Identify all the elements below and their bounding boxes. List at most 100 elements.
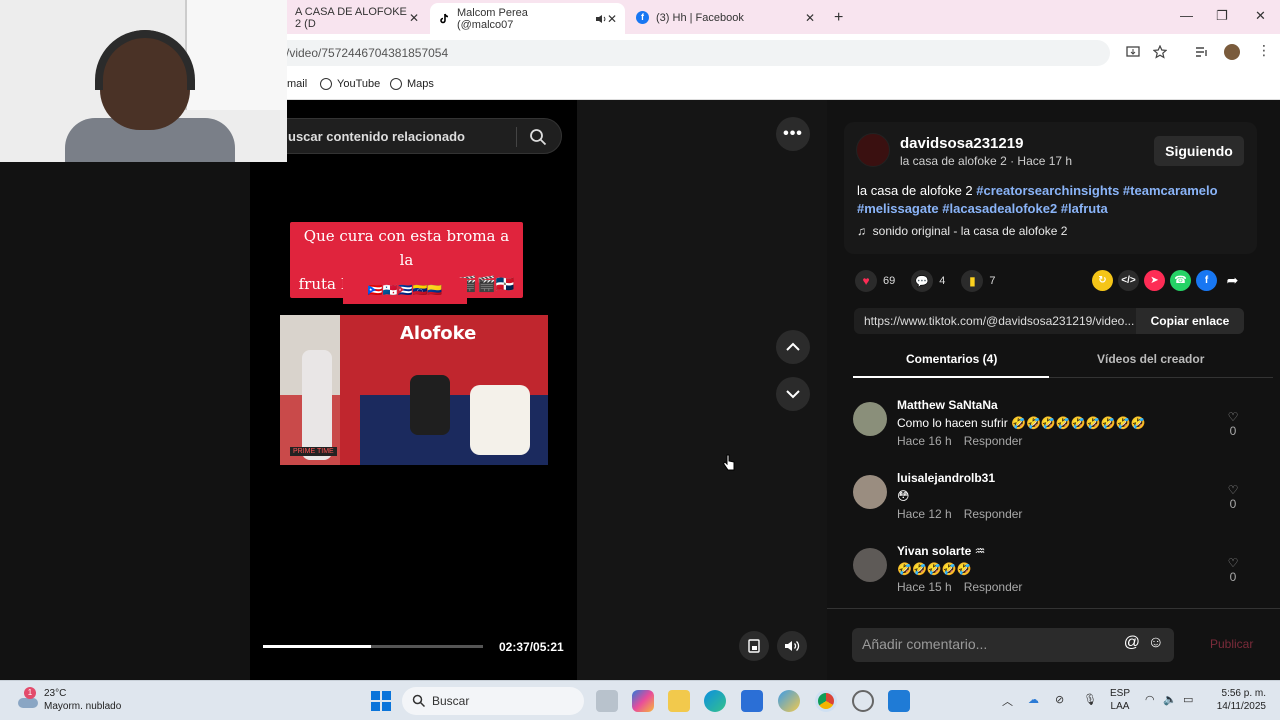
tab-alofoke[interactable]: A CASA DE ALOFOKE 2 (D ✕ xyxy=(287,5,427,30)
close-window-icon[interactable]: ✕ xyxy=(1255,8,1266,24)
following-button[interactable]: Siguiendo xyxy=(1154,136,1244,166)
video-person xyxy=(410,375,450,435)
emoji-icon[interactable]: ☺ xyxy=(1148,634,1164,652)
maximize-icon[interactable]: ❐ xyxy=(1216,8,1228,24)
next-video-button[interactable] xyxy=(776,377,810,411)
bookmark-youtube[interactable]: YouTube xyxy=(320,78,380,90)
close-icon[interactable]: ✕ xyxy=(409,11,419,25)
file-explorer-icon[interactable] xyxy=(668,690,690,712)
cloud-icon: 1 xyxy=(16,687,38,710)
app-icon[interactable] xyxy=(778,690,800,712)
language-indicator[interactable]: ESP LAA xyxy=(1110,687,1130,713)
commenter-avatar[interactable] xyxy=(853,475,887,509)
commenter-avatar[interactable] xyxy=(853,402,887,436)
tab-comments[interactable]: Comentarios (4) xyxy=(906,352,997,366)
video-progress-bar[interactable] xyxy=(263,645,483,648)
sound-label: sonido original - la casa de alofoke 2 xyxy=(872,224,1068,238)
windows-start-icon[interactable] xyxy=(371,691,391,711)
taskbar-search[interactable]: Buscar xyxy=(402,687,584,715)
search-icon[interactable] xyxy=(529,128,547,146)
send-icon[interactable]: ➤ xyxy=(1144,270,1165,291)
floating-player-button[interactable] xyxy=(739,631,769,661)
comment-like-count: 0 xyxy=(1229,570,1237,584)
commenter-avatar[interactable] xyxy=(853,548,887,582)
new-tab-button[interactable]: + xyxy=(826,5,852,30)
hand-cursor-icon xyxy=(722,454,735,471)
remote-app-icon[interactable] xyxy=(888,690,910,712)
close-icon[interactable]: ✕ xyxy=(607,12,617,26)
comment-item: luisalejandrolb31 😳 Hace 12 h Responder ♡… xyxy=(853,471,1253,535)
star-icon[interactable] xyxy=(1153,45,1167,59)
tab-creator-videos[interactable]: Vídeos del creador xyxy=(1097,352,1204,366)
bookmark-mail[interactable]: mail xyxy=(287,78,307,90)
speaker-icon[interactable]: 🔈 xyxy=(1163,693,1177,706)
previous-video-button[interactable] xyxy=(776,330,810,364)
tab-tiktok-active[interactable]: Malcom Perea (@malco07 ✕ xyxy=(430,3,625,34)
clock[interactable]: 5:56 p. m. 14/11/2025 xyxy=(1206,687,1266,713)
comment-input[interactable]: Añadir comentario... @ ☺ xyxy=(852,628,1174,662)
weather-widget[interactable]: 1 23°C Mayorm. nublado xyxy=(16,687,121,713)
chrome-icon[interactable] xyxy=(815,690,837,712)
onedrive-icon[interactable]: ☁ xyxy=(1028,693,1039,706)
windows-taskbar: 1 23°C Mayorm. nublado Buscar ︿ ☁ ⊘ 🎙 ES… xyxy=(0,680,1280,720)
chevron-down-icon xyxy=(786,390,800,399)
tab-facebook[interactable]: f (3) Hh | Facebook ✕ xyxy=(628,5,823,30)
chevron-up-icon xyxy=(786,342,800,351)
sound-info[interactable]: ♫ sonido original - la casa de alofoke 2 xyxy=(857,224,1067,238)
wifi-icon[interactable]: ◠ xyxy=(1145,693,1155,706)
close-icon[interactable]: ✕ xyxy=(805,11,815,25)
repost-icon[interactable]: ↻ xyxy=(1092,270,1113,291)
heart-icon: ♥ xyxy=(862,274,870,288)
related-search-input[interactable]: uscar contenido relacionado xyxy=(255,118,562,154)
heart-outline-icon: ♡ xyxy=(1227,483,1239,497)
commenter-name[interactable]: luisalejandrolb31 xyxy=(897,471,995,485)
network-off-icon[interactable]: ⊘ xyxy=(1055,693,1064,706)
comment-time: Hace 16 h xyxy=(897,434,952,448)
mention-icon[interactable]: @ xyxy=(1124,634,1140,652)
creator-username[interactable]: davidsosa231219 xyxy=(900,135,1023,152)
comment-like[interactable]: ♡ 0 xyxy=(1223,483,1243,511)
comment-button[interactable]: 💬 xyxy=(911,270,934,292)
minimize-icon[interactable]: — xyxy=(1180,8,1193,23)
install-app-icon[interactable] xyxy=(1126,45,1140,59)
embed-icon[interactable]: </> xyxy=(1118,270,1139,291)
media-control-icon[interactable] xyxy=(1195,45,1209,59)
reply-button[interactable]: Responder xyxy=(964,580,1023,594)
share-arrow-icon[interactable]: ➦ xyxy=(1222,270,1243,291)
save-button[interactable]: ▮ xyxy=(961,270,984,292)
chevron-up-icon[interactable]: ︿ xyxy=(1002,693,1013,709)
reply-button[interactable]: Responder xyxy=(964,434,1023,448)
profile-avatar[interactable] xyxy=(1224,44,1240,60)
more-options-button[interactable]: ••• xyxy=(776,117,810,151)
store-icon[interactable] xyxy=(741,690,763,712)
like-button[interactable]: ♥ xyxy=(855,270,877,292)
volume-button[interactable] xyxy=(777,631,807,661)
settings-icon[interactable] xyxy=(852,690,874,712)
comment-like[interactable]: ♡ 0 xyxy=(1223,410,1243,438)
comment-like[interactable]: ♡ 0 xyxy=(1223,556,1243,584)
copy-link-button[interactable]: Copiar enlace xyxy=(1136,308,1244,334)
more-dots-icon: ••• xyxy=(783,125,803,142)
bookmark-icon: ▮ xyxy=(969,274,976,288)
menu-dots-icon[interactable]: ⋮ xyxy=(1257,42,1271,59)
video-link-box[interactable]: https://www.tiktok.com/@davidsosa231219/… xyxy=(854,308,1244,334)
comment-text: 🤣🤣🤣🤣🤣 xyxy=(897,562,972,576)
task-view-icon[interactable] xyxy=(596,690,618,712)
bookmark-maps[interactable]: Maps xyxy=(390,78,434,90)
facebook-share-icon[interactable]: f xyxy=(1196,270,1217,291)
video-progress-fill xyxy=(263,645,371,648)
battery-icon[interactable]: ▭ xyxy=(1183,693,1193,706)
reply-button[interactable]: Responder xyxy=(964,507,1023,521)
webcam-overlay xyxy=(0,0,287,162)
publish-button[interactable]: Publicar xyxy=(1210,637,1253,651)
creator-avatar[interactable] xyxy=(856,133,890,167)
creator-meta: la casa de alofoke 2 · Hace 17 h xyxy=(900,154,1073,168)
url-field[interactable]: /video/7572446704381857054 xyxy=(270,40,1110,66)
edge-icon[interactable] xyxy=(704,690,726,712)
microphone-icon[interactable]: 🎙 xyxy=(1083,693,1097,706)
commenter-name[interactable]: Yivan solarte ♒ xyxy=(897,544,985,558)
tiktok-icon xyxy=(440,13,449,23)
whatsapp-icon[interactable]: ☎ xyxy=(1170,270,1191,291)
commenter-name[interactable]: Matthew SaNtaNa xyxy=(897,398,998,412)
copilot-icon[interactable] xyxy=(632,690,654,712)
